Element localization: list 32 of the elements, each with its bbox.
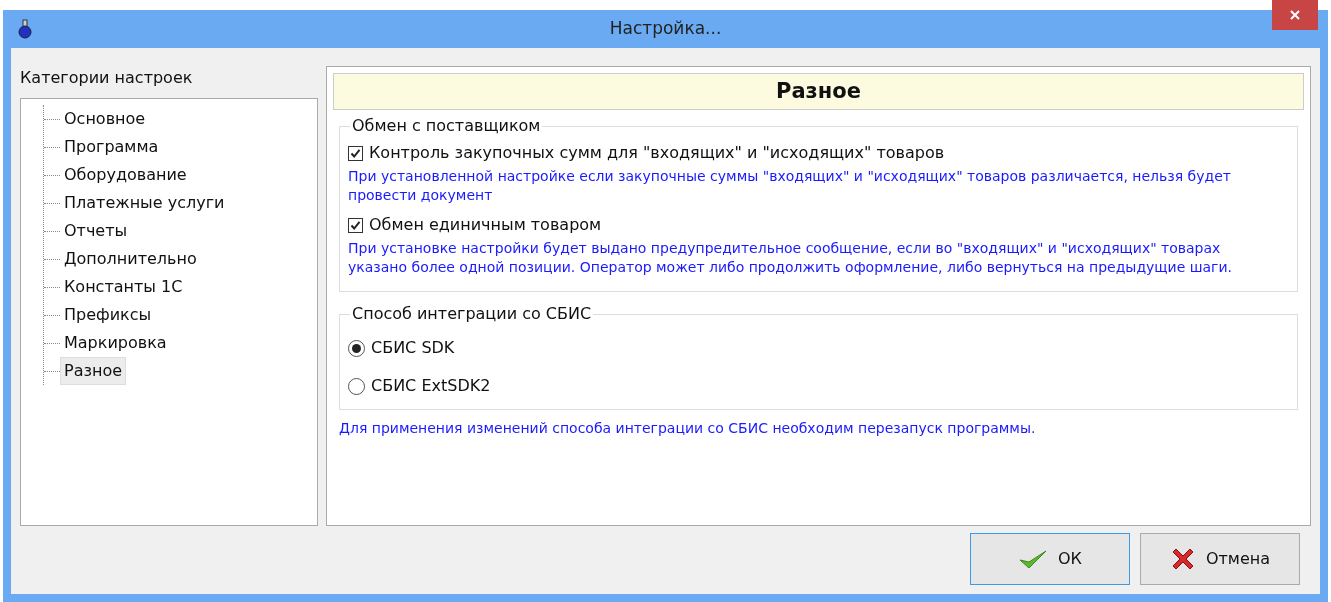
tree-item[interactable]: Префиксы	[60, 301, 156, 329]
checkmark-icon	[1018, 548, 1048, 570]
window-title: Настройка...	[609, 17, 722, 41]
radio-label: СБИС ExtSDK2	[371, 375, 491, 397]
checkbox[interactable]	[348, 145, 363, 161]
tree-item[interactable]: Отчеты	[60, 217, 132, 245]
note-text: Для применения изменений способа интеграции со СБИС необходим перезапуск программы.	[339, 419, 1037, 438]
radio-label: СБИС SDK	[371, 337, 455, 359]
sidebar-title: Категории настроек	[20, 67, 194, 89]
group-legend: Обмен с поставщиком	[350, 116, 543, 136]
radio-button[interactable]	[348, 339, 365, 357]
close-button[interactable]	[1272, 0, 1318, 30]
checkbox-label: Контроль закупочных сумм для "входящих" и "исходящих" товаров	[369, 142, 945, 164]
section-header: Разное	[333, 73, 1304, 110]
tree-item[interactable]: Разное	[60, 357, 127, 385]
hint-text: При установке настройки будет выдано предупредительное сообщение, если во "входящих" и "исходящих" товарах указано более одной позиции. Оператор может либо продолжить оформление, либо вернуться на предыдущие шаги.	[348, 239, 1233, 277]
tree-item[interactable]: Дополнительно	[60, 245, 201, 273]
tree-item[interactable]: Оборудование	[60, 161, 191, 189]
checkbox-label: Обмен единичным товаром	[369, 214, 602, 236]
group-legend: Способ интеграции со СБИС	[350, 304, 594, 324]
flask-icon	[17, 19, 33, 39]
checkbox[interactable]	[348, 217, 363, 233]
tree-item[interactable]: Платежные услуги	[60, 189, 229, 217]
tree-item[interactable]: Константы 1С	[60, 273, 187, 301]
tree-item[interactable]: Основное	[60, 105, 150, 133]
tree-item[interactable]: Маркировка	[60, 329, 171, 357]
cancel-button[interactable]: Отмена	[1140, 533, 1300, 585]
tree-item[interactable]: Программа	[60, 133, 163, 161]
ok-button[interactable]: ОК	[970, 533, 1130, 585]
close-icon	[1289, 9, 1301, 21]
radio-button[interactable]	[348, 377, 365, 395]
hint-text: При установленной настройке если закупочные суммы "входящих" и "исходящих" товаров различается, нельзя будет провести документ	[348, 167, 1232, 205]
